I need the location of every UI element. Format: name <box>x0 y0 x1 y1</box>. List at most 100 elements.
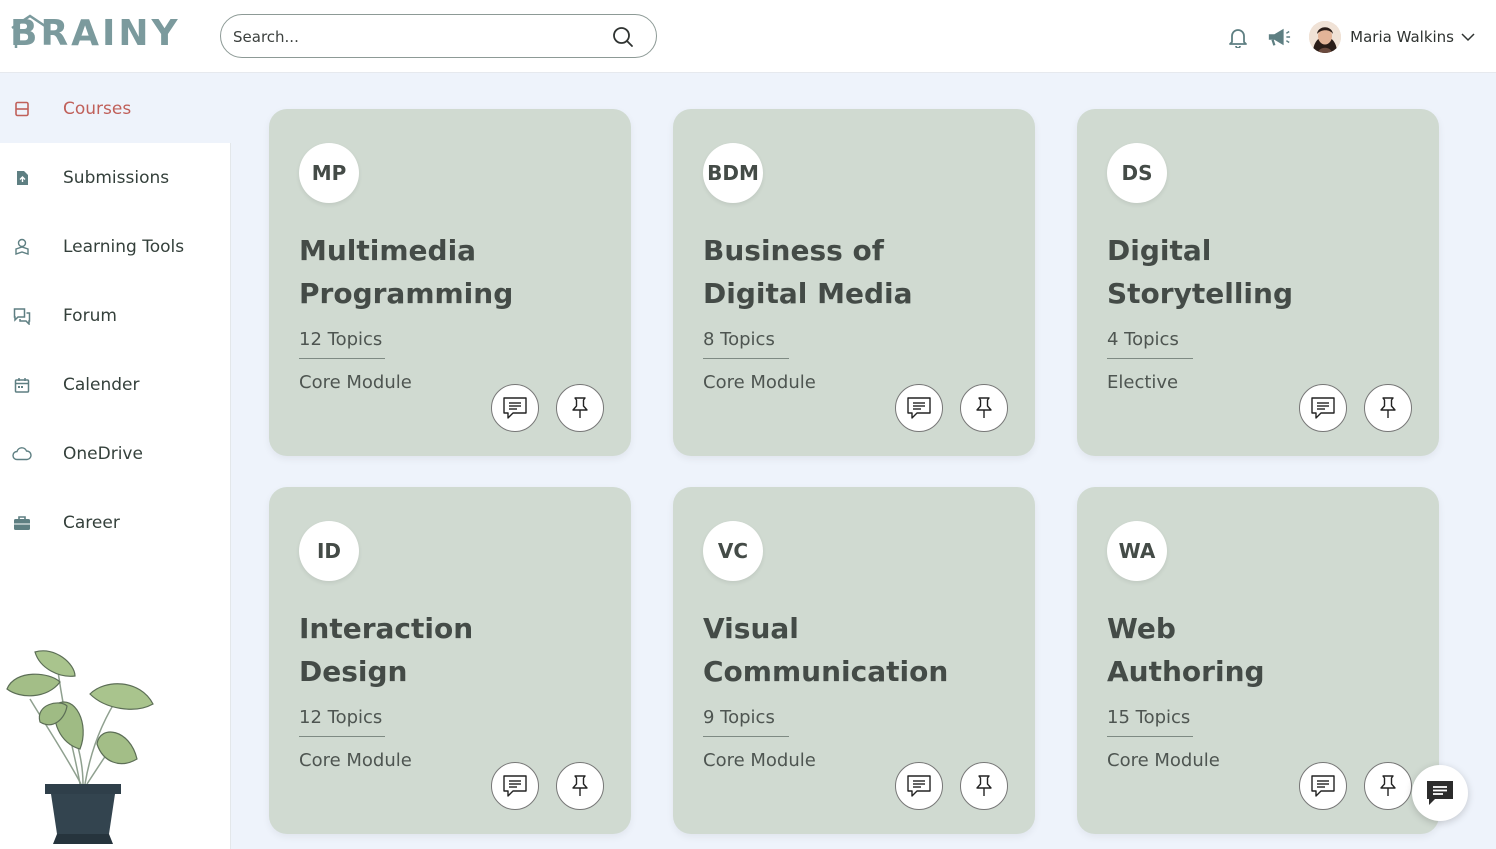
course-card[interactable]: DS Digital Storytelling 4 Topics Elective <box>1077 109 1439 456</box>
chat-icon <box>503 775 527 797</box>
course-initials-badge: VC <box>703 521 763 581</box>
course-topics-count: 9 Topics <box>703 707 789 737</box>
course-topics-count: 15 Topics <box>1107 707 1193 737</box>
pin-icon <box>1380 397 1396 418</box>
course-chat-button[interactable] <box>491 762 539 810</box>
course-title-line1: Visual <box>703 612 799 645</box>
sidebar-item-forum[interactable]: Forum <box>0 281 231 350</box>
course-card[interactable]: ID Interaction Design 12 Topics Core Modu… <box>269 487 631 834</box>
pin-icon <box>572 397 588 418</box>
course-topics-count: 12 Topics <box>299 329 385 359</box>
briefcase-icon <box>12 513 32 533</box>
sidebar-item-submissions[interactable]: Submissions <box>0 143 231 212</box>
message-bubble-icon <box>1427 781 1453 805</box>
course-initials-badge: MP <box>299 143 359 203</box>
course-chat-button[interactable] <box>1299 384 1347 432</box>
chat-icon <box>907 397 931 419</box>
course-title-line1: Digital <box>1107 234 1212 267</box>
course-title-line1: Multimedia <box>299 234 477 267</box>
course-pin-button[interactable] <box>960 762 1008 810</box>
course-initials-badge: WA <box>1107 521 1167 581</box>
search-icon[interactable] <box>612 26 634 48</box>
course-title-line1: Web <box>1107 612 1176 645</box>
sidebar-item-learning-tools[interactable]: Learning Tools <box>0 212 231 281</box>
user-avatar[interactable] <box>1309 21 1342 53</box>
course-pin-button[interactable] <box>1364 384 1412 432</box>
course-card[interactable]: WA Web Authoring 15 Topics Core Module <box>1077 487 1439 834</box>
course-pin-button[interactable] <box>556 384 604 432</box>
notification-bell-icon[interactable] <box>1226 25 1250 49</box>
course-chat-button[interactable] <box>895 384 943 432</box>
learning-tools-icon <box>12 237 32 257</box>
pin-icon <box>1380 775 1396 796</box>
sidebar-item-label: Calender <box>63 374 140 395</box>
sidebar-item-courses[interactable]: Courses <box>0 74 231 143</box>
course-type: Core Module <box>1107 750 1220 771</box>
course-title-line2: Design <box>299 655 408 688</box>
course-pin-button[interactable] <box>556 762 604 810</box>
course-title-line2: Authoring <box>1107 655 1265 688</box>
course-chat-button[interactable] <box>491 384 539 432</box>
course-chat-button[interactable] <box>1299 762 1347 810</box>
sidebar: Courses Submissions Learning Tools Forum… <box>0 74 231 849</box>
course-card[interactable]: MP Multimedia Programming 12 Topics Core … <box>269 109 631 456</box>
course-title[interactable]: Business of Digital Media <box>703 229 1013 315</box>
courses-icon <box>12 99 32 119</box>
course-pin-button[interactable] <box>1364 762 1412 810</box>
course-type: Core Module <box>703 750 816 771</box>
megaphone-icon[interactable] <box>1267 25 1291 49</box>
user-name[interactable]: Maria Walkins <box>1350 28 1454 46</box>
logo-house-icon <box>11 14 49 48</box>
sidebar-item-onedrive[interactable]: OneDrive <box>0 419 231 488</box>
forum-icon <box>12 306 32 326</box>
course-topics-count: 4 Topics <box>1107 329 1193 359</box>
pin-icon <box>572 775 588 796</box>
course-card[interactable]: VC Visual Communication 9 Topics Core Mod… <box>673 487 1035 834</box>
course-title-line2: Digital Media <box>703 277 913 310</box>
course-title[interactable]: Web Authoring <box>1107 607 1417 693</box>
course-topics-count: 8 Topics <box>703 329 789 359</box>
floating-chat-button[interactable] <box>1412 765 1468 821</box>
course-initials-badge: ID <box>299 521 359 581</box>
calendar-icon <box>12 375 32 395</box>
chevron-down-icon[interactable] <box>1460 29 1476 45</box>
sidebar-item-label: Forum <box>63 305 117 326</box>
course-initials-badge: BDM <box>703 143 763 203</box>
cloud-icon <box>12 444 32 464</box>
course-title-line2: Programming <box>299 277 514 310</box>
course-type: Elective <box>1107 372 1179 393</box>
course-pin-button[interactable] <box>960 384 1008 432</box>
course-title[interactable]: Multimedia Programming <box>299 229 609 315</box>
course-title[interactable]: Interaction Design <box>299 607 609 693</box>
course-topics-count: 12 Topics <box>299 707 385 737</box>
sidebar-item-label: Career <box>63 512 120 533</box>
course-type: Core Module <box>703 372 816 393</box>
header-actions: Maria Walkins <box>1226 20 1476 54</box>
chat-icon <box>1311 397 1335 419</box>
plant-illustration <box>6 650 154 844</box>
sidebar-item-label: Learning Tools <box>63 236 185 257</box>
top-bar: BRAINY Search... Maria Walkins <box>0 0 1496 73</box>
course-type: Core Module <box>299 372 412 393</box>
chat-icon <box>907 775 931 797</box>
course-initials-badge: DS <box>1107 143 1167 203</box>
search-input[interactable] <box>233 25 603 49</box>
sidebar-item-career[interactable]: Career <box>0 488 231 557</box>
course-title-line1: Business of <box>703 234 884 267</box>
brainy-logo[interactable]: BRAINY <box>10 14 181 54</box>
pin-icon <box>976 397 992 418</box>
sidebar-item-label: Submissions <box>63 167 170 188</box>
course-title-line1: Interaction <box>299 612 474 645</box>
course-chat-button[interactable] <box>895 762 943 810</box>
chat-icon <box>1311 775 1335 797</box>
course-card[interactable]: BDM Business of Digital Media 8 Topics Co… <box>673 109 1035 456</box>
course-title[interactable]: Digital Storytelling <box>1107 229 1417 315</box>
sidebar-item-calendar[interactable]: Calender <box>0 350 231 419</box>
sidebar-item-label: OneDrive <box>63 443 143 464</box>
submissions-icon <box>12 168 32 188</box>
course-title-line2: Communication <box>703 655 949 688</box>
search-bar[interactable] <box>220 14 657 58</box>
course-title-line2: Storytelling <box>1107 277 1293 310</box>
course-title[interactable]: Visual Communication <box>703 607 1013 693</box>
chat-icon <box>503 397 527 419</box>
